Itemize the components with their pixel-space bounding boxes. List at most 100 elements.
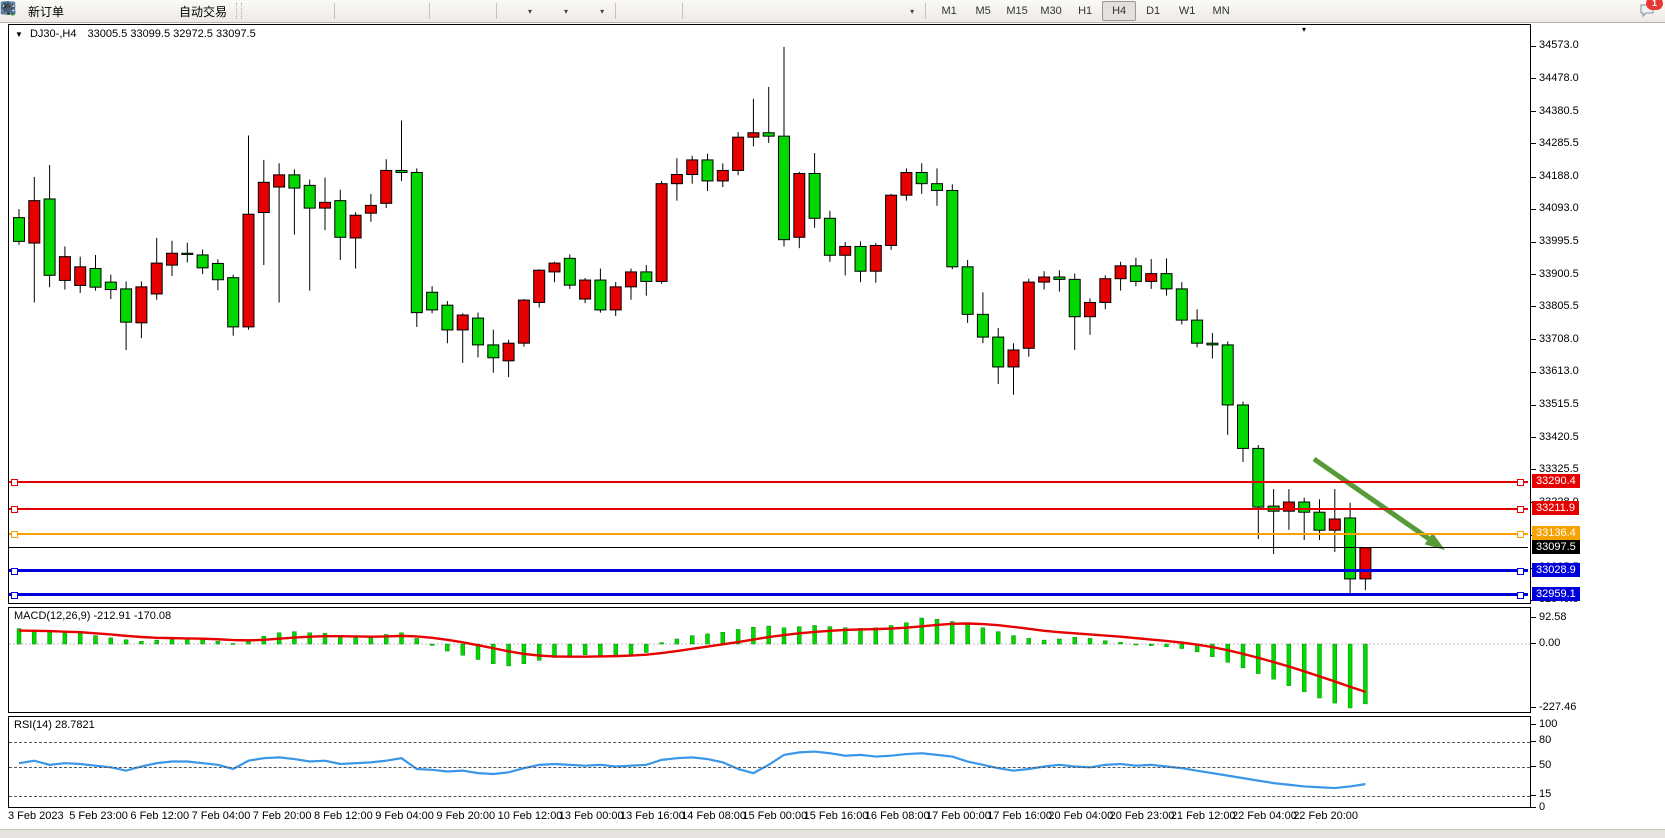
zoom-out-button[interactable]: [369, 0, 395, 22]
market-watch-button[interactable]: [127, 0, 153, 22]
text-tool-button[interactable]: A: [829, 0, 855, 22]
line-handle[interactable]: [1517, 568, 1524, 575]
line-handle[interactable]: [11, 506, 18, 513]
vertical-line-button[interactable]: [689, 0, 715, 22]
toolbar-separator: [925, 3, 926, 19]
arrows-tool-button[interactable]: ▾: [885, 0, 919, 22]
trendline-button[interactable]: [745, 0, 771, 22]
new-order-label: 新订单: [28, 3, 64, 20]
date-label: 15 Feb 00:00: [742, 810, 807, 822]
fibonacci-button[interactable]: E: [773, 0, 799, 22]
line-handle[interactable]: [1517, 506, 1524, 513]
horizontal-line-33028.9[interactable]: [9, 569, 1528, 572]
chart-shift-marker[interactable]: ▾: [1302, 25, 1306, 34]
macd-panel[interactable]: MACD(12,26,9) -212.91 -170.08: [8, 607, 1531, 713]
axis-tick: [1531, 177, 1536, 178]
grid-tool-button[interactable]: F: [801, 0, 827, 22]
date-label: 8 Feb 12:00: [314, 810, 373, 822]
timeframe-h1[interactable]: H1: [1068, 1, 1102, 21]
line-handle[interactable]: [1517, 479, 1524, 486]
chevron-down-icon: ▾: [910, 7, 914, 16]
line-chart-button[interactable]: [302, 0, 328, 22]
candlestick-chart-button[interactable]: [274, 0, 300, 22]
line-handle[interactable]: [1517, 531, 1524, 538]
zoom-in-button[interactable]: [341, 0, 367, 22]
time-axis: 3 Feb 20235 Feb 23:006 Feb 12:007 Feb 04…: [8, 810, 1538, 826]
macd-label: MACD(12,26,9) -212.91 -170.08: [14, 610, 171, 622]
candlestick-chart[interactable]: [9, 25, 1530, 603]
horizontal-line-33290.4[interactable]: [9, 481, 1528, 483]
axis-tick: [1531, 766, 1536, 767]
axis-tick: [1531, 46, 1536, 47]
timeframe-m15[interactable]: M15: [1000, 1, 1034, 21]
line-handle[interactable]: [11, 592, 18, 599]
chart-symbol-line: ▼ DJ30-,H4 33005.5 33099.5 32972.5 33097…: [15, 28, 256, 40]
ohlc-values: 33005.5 33099.5 32972.5 33097.5: [88, 28, 256, 40]
zoom-in-icon: [346, 3, 362, 19]
axis-tick-label: 33325.5: [1539, 463, 1579, 475]
timeframe-m5[interactable]: M5: [966, 1, 1000, 21]
template-button[interactable]: ▾: [575, 0, 609, 22]
horizontal-line-icon: [722, 3, 738, 19]
toolbar-separator: [334, 3, 335, 19]
axis-tick-label: 33805.5: [1539, 300, 1579, 312]
rsi-axis-label: 80: [1539, 734, 1551, 746]
macd-axis-label: -227.46: [1539, 701, 1576, 713]
line-handle[interactable]: [11, 479, 18, 486]
arrows-icon: [890, 3, 906, 19]
autotrading-button[interactable]: 自动交易: [155, 0, 232, 22]
bar-chart-button[interactable]: [246, 0, 272, 22]
line-handle[interactable]: [1517, 592, 1524, 599]
rsi-axis-label: 50: [1539, 759, 1551, 771]
main-chart-panel[interactable]: ▼ DJ30-,H4 33005.5 33099.5 32972.5 33097…: [8, 24, 1531, 604]
symbol-label: DJ30-,H4: [30, 28, 76, 40]
vertical-line-icon: [694, 3, 710, 19]
toolbar-separator: [682, 3, 683, 19]
search-icon[interactable]: [1615, 3, 1631, 19]
text-icon: A: [834, 3, 850, 19]
horizontal-line-33097.5[interactable]: [9, 547, 1528, 548]
toolbar: 新订单 自动交易: [0, 0, 1665, 23]
crosshair-button[interactable]: [650, 0, 676, 22]
price-tag-33136.4: 33136.4: [1532, 526, 1580, 540]
profile-button[interactable]: [99, 0, 125, 22]
timeframe-w1[interactable]: W1: [1170, 1, 1204, 21]
chart-shift-button[interactable]: [464, 0, 490, 22]
horizontal-line-button[interactable]: [717, 0, 743, 22]
axis-tick: [1531, 807, 1536, 808]
period-button[interactable]: ▾: [539, 0, 573, 22]
label-tool-button[interactable]: T: [857, 0, 883, 22]
line-handle[interactable]: [11, 531, 18, 538]
line-handle[interactable]: [11, 568, 18, 575]
collapse-triangle-icon[interactable]: ▼: [15, 30, 23, 39]
add-indicator-button[interactable]: ▾: [503, 0, 537, 22]
date-label: 17 Feb 00:00: [926, 810, 991, 822]
timeframe-d1[interactable]: D1: [1136, 1, 1170, 21]
rsi-axis-label: 0: [1539, 801, 1545, 813]
rsi-axis-label: 100: [1539, 718, 1557, 730]
horizontal-line-33136.4[interactable]: [9, 533, 1528, 535]
price-tag-33211.9: 33211.9: [1532, 501, 1579, 515]
cursor-button[interactable]: [622, 0, 648, 22]
horizontal-line-33211.9[interactable]: [9, 508, 1528, 510]
macd-chart: [9, 608, 1530, 712]
timeframe-m30[interactable]: M30: [1034, 1, 1068, 21]
date-label: 20 Feb 04:00: [1048, 810, 1113, 822]
rsi-level-80: [9, 742, 1530, 743]
horizontal-line-32959.1[interactable]: [9, 593, 1528, 596]
rsi-panel[interactable]: RSI(14) 28.7821: [8, 716, 1531, 808]
charts-button[interactable]: [71, 0, 97, 22]
axis-tick-label: 34285.5: [1539, 137, 1579, 149]
date-label: 17 Feb 16:00: [987, 810, 1052, 822]
timeframe-m1[interactable]: M1: [932, 1, 966, 21]
tile-windows-button[interactable]: [397, 0, 423, 22]
toolbar-separator: [615, 3, 616, 19]
rsi-level-15: [9, 796, 1530, 797]
chat-button[interactable]: 1: [1639, 2, 1655, 21]
timeframe-h4[interactable]: H4: [1102, 1, 1136, 21]
timeframe-mn[interactable]: MN: [1204, 1, 1238, 21]
auto-scroll-button[interactable]: [436, 0, 462, 22]
chevron-down-icon: ▾: [600, 7, 604, 16]
window-bottom-strip: [0, 829, 1665, 838]
price-tag-33028.9: 33028.9: [1532, 563, 1580, 577]
